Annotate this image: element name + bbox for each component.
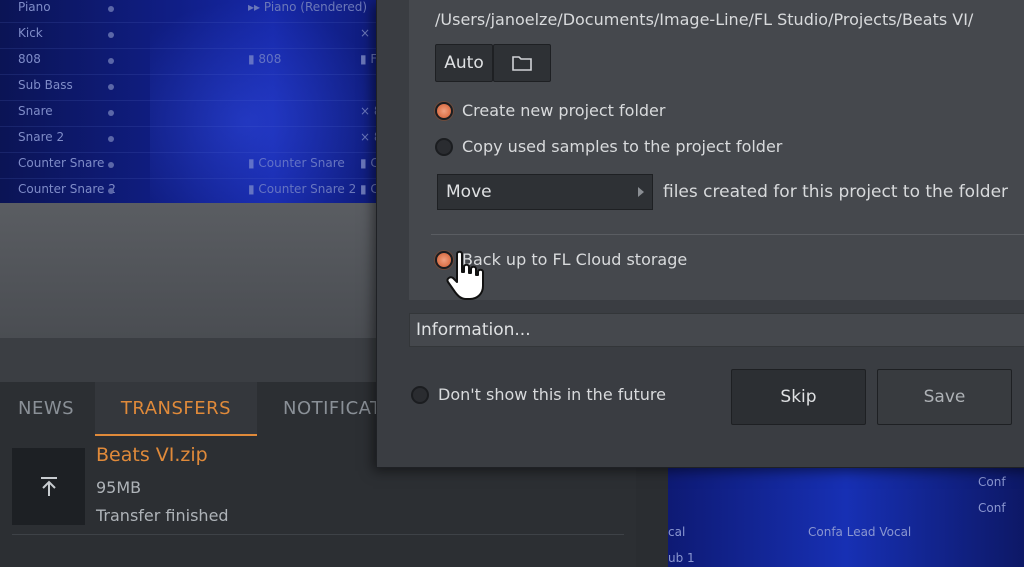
tab-transfers[interactable]: TRANSFERS [95,382,257,436]
folder-icon [512,56,532,71]
channel-clip: ▮ C [360,156,379,170]
channel-clip: ▮ Counter Snare [248,156,345,170]
divider [431,234,1024,235]
auto-button[interactable]: Auto [435,44,493,82]
skip-button[interactable]: Skip [731,369,866,425]
channel-led-icon[interactable] [108,32,114,38]
copy-samples-option[interactable]: Copy used samples to the project folder [435,137,782,156]
channel-name: Snare [18,104,53,118]
channel-rack-row[interactable]: Counter Snare 2 ▮ Counter Snare 2 ▮ C [0,178,390,203]
channel-led-icon[interactable] [108,58,114,64]
upload-icon [12,448,85,525]
channel-rack-row[interactable]: Sub Bass [0,74,390,101]
tab-notifications[interactable]: NOTIFICATI [283,382,387,436]
copy-samples-label: Copy used samples to the project folder [462,137,783,156]
playlist-clip: Conf [978,501,1006,515]
channel-rack-row[interactable]: Snare × 8 [0,100,390,127]
channel-rack-row[interactable]: Counter Snare ▮ Counter Snare ▮ C [0,152,390,179]
move-dropdown-value: Move [446,182,492,202]
channel-name: Piano [18,0,51,14]
project-options-section: /Users/janoelze/Documents/Image-Line/FL … [409,0,1024,300]
information-expander[interactable]: Information... [409,313,1024,347]
channel-rack-row[interactable]: 808 ▮ 808 ▮ F [0,48,390,75]
playlist-background: Conf Conf Confa Lead Vocal cal ub 1 [668,467,1024,567]
channel-clip: ▮ C [360,182,379,196]
playlist-clip: ub 1 [668,551,695,565]
create-folder-label: Create new project folder [462,101,666,120]
channel-rack-row[interactable]: Snare 2 × 8 [0,126,390,153]
channel-clip: ▮ 808 [248,52,282,66]
channel-clip: ▮ F [360,52,378,66]
transfer-status: Transfer finished [96,506,229,525]
transfer-file-name[interactable]: Beats VI.zip [96,444,208,466]
move-dropdown[interactable]: Move [437,174,653,210]
channel-led-icon[interactable] [108,162,114,168]
channel-name: Sub Bass [18,78,73,92]
channel-name: Kick [18,26,43,40]
channel-clip: ▸▸ Piano (Rendered) [248,0,368,14]
channel-name: Snare 2 [18,130,65,144]
dont-show-label: Don't show this in the future [438,385,666,404]
channel-clip: ▮ Counter Snare 2 [248,182,357,196]
workspace-background-lower [0,338,380,382]
dont-show-option[interactable]: Don't show this in the future [411,385,666,404]
save-button[interactable]: Save [877,369,1012,425]
create-folder-radio[interactable] [435,101,453,120]
create-folder-option[interactable]: Create new project folder [435,101,665,120]
channel-rack-row[interactable]: Kick × [0,22,390,49]
playlist-clip: Confa Lead Vocal [808,525,912,539]
channel-led-icon[interactable] [108,84,114,90]
save-project-dialog: /Users/janoelze/Documents/Image-Line/FL … [377,0,1024,467]
files-created-label: files created for this project to the fo… [663,182,1009,202]
channel-name: Counter Snare 2 [18,182,116,196]
channel-name: 808 [18,52,41,66]
channel-name: Counter Snare [18,156,105,170]
copy-samples-radio[interactable] [435,137,453,156]
playlist-clip: Conf [978,475,1006,489]
browse-folder-button[interactable] [493,44,551,82]
channel-led-icon[interactable] [108,110,114,116]
channel-led-icon[interactable] [108,6,114,12]
hand-pointer-icon [445,250,495,306]
channel-led-icon[interactable] [108,136,114,142]
divider [12,534,624,535]
chevron-right-icon [638,187,644,197]
channel-clip: × [360,26,371,40]
workspace-background [0,203,380,338]
tab-news[interactable]: NEWS [18,382,74,436]
transfer-file-size: 95MB [96,478,142,497]
channel-led-icon[interactable] [108,188,114,194]
dont-show-radio[interactable] [411,385,429,404]
playlist-clip: cal [668,525,686,539]
backup-cloud-label: Back up to FL Cloud storage [462,250,688,269]
project-path: /Users/janoelze/Documents/Image-Line/FL … [435,10,974,29]
channel-rack-row[interactable]: Piano ▸▸ Piano (Rendered) [0,0,390,23]
channel-rack-background: Piano ▸▸ Piano (Rendered) Kick × 808 ▮ 808 ▮ F… [0,0,390,203]
